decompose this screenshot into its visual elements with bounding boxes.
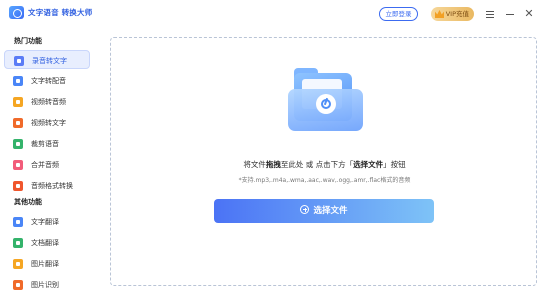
other-section-title: 其他功能 (14, 198, 42, 206)
sidebar-item[interactable]: 文字翻译 (4, 212, 90, 231)
select-file-label: 选择文件 (313, 206, 348, 216)
sidebar-item-label: 图片识别 (31, 281, 59, 289)
crown-icon (435, 10, 444, 18)
login-button[interactable]: 立即登录 (379, 7, 418, 21)
sidebar-item[interactable]: 录音转文字 (4, 50, 90, 69)
sidebar-item-label: 音频格式转换 (31, 182, 73, 190)
sidebar: 热门功能 录音转文字 文字转配音 视频转音频 视频转文字 裁剪语音 合并音频 音频格式转换 … (0, 28, 96, 291)
sidebar-item-label: 合并音频 (31, 161, 59, 169)
sidebar-item[interactable]: 音频格式转换 (4, 176, 90, 195)
music-note-icon (316, 94, 336, 114)
text-translate-icon (13, 217, 23, 227)
text-to-voice-icon (13, 76, 23, 86)
doc-translate-icon (13, 238, 23, 248)
sidebar-item[interactable]: 视频转音频 (4, 92, 90, 111)
sidebar-item-label: 文字翻译 (31, 218, 59, 226)
vip-recharge-button[interactable]: VIP充值 (431, 7, 474, 21)
file-drop-zone[interactable]: 将文件拖拽至此处 或 点击下方「选择文件」按钮 *支持.mp3,.m4a,.wm… (110, 37, 537, 286)
sidebar-item-label: 文字转配音 (31, 77, 66, 85)
hot-section-title: 热门功能 (14, 37, 42, 45)
image-translate-icon (13, 259, 23, 269)
close-icon[interactable]: ✕ (522, 7, 536, 21)
app-title: 文字语音 转换大师 (28, 8, 93, 17)
title-bar: 文字语音 转换大师 立即登录 VIP充值 ✕ (0, 0, 544, 28)
video-to-text-icon (13, 118, 23, 128)
sidebar-item[interactable]: 文档翻译 (4, 233, 90, 252)
drop-hint: 将文件拖拽至此处 或 点击下方「选择文件」按钮 (243, 160, 406, 169)
merge-audio-icon (13, 160, 23, 170)
sidebar-item-label: 裁剪语音 (31, 140, 59, 148)
sidebar-item[interactable]: 裁剪语音 (4, 134, 90, 153)
video-to-audio-icon (13, 97, 23, 107)
menu-icon[interactable] (483, 7, 497, 21)
sidebar-item-label: 录音转文字 (32, 57, 67, 65)
image-ocr-icon (13, 280, 23, 290)
sidebar-item-label: 图片翻译 (31, 260, 59, 268)
minimize-icon[interactable] (503, 7, 517, 21)
sidebar-item-label: 视频转音频 (31, 98, 66, 106)
plus-circle-icon (300, 205, 310, 214)
record-to-text-icon (14, 56, 24, 66)
supported-formats-text: *支持.mp3,.m4a,.wma,.aac,.wav,.ogg,.amr,.f… (238, 177, 411, 184)
sidebar-item[interactable]: 合并音频 (4, 155, 90, 174)
sidebar-item[interactable]: 文字转配音 (4, 71, 90, 90)
sidebar-item-label: 文档翻译 (31, 239, 59, 247)
sidebar-item[interactable]: 视频转文字 (4, 113, 90, 132)
app-logo-icon (9, 6, 24, 19)
sidebar-item[interactable]: 图片翻译 (4, 254, 90, 273)
crop-audio-icon (13, 139, 23, 149)
audio-folder-icon (288, 68, 363, 133)
sidebar-item-label: 视频转文字 (31, 119, 66, 127)
sidebar-item[interactable]: 图片识别 (4, 275, 90, 291)
select-file-button[interactable]: 选择文件 (214, 199, 434, 223)
audio-convert-icon (13, 181, 23, 191)
vip-label: VIP充值 (445, 10, 469, 18)
